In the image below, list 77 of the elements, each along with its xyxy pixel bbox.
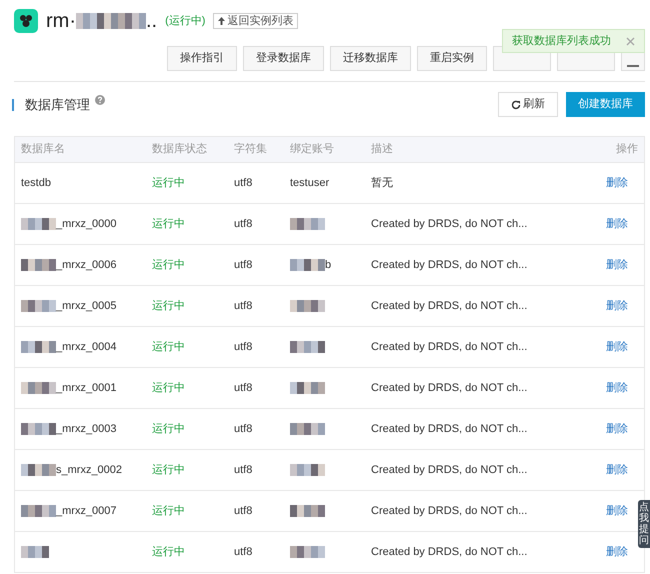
logo-icon <box>14 9 38 33</box>
column-header: 操作 <box>616 143 638 156</box>
table-cell: Created by DRDS, do NOT ch... <box>371 218 528 230</box>
table-cell: utf8 <box>234 546 252 558</box>
status-text: 运行中 <box>152 504 185 517</box>
table-cell: utf8 <box>234 504 252 517</box>
column-header: 描述 <box>371 143 393 156</box>
status-text: 运行中 <box>152 218 185 230</box>
redaction-mosaic <box>76 13 146 29</box>
status-text: 运行中 <box>152 546 185 558</box>
table-cell-text: _mrxz_0006 <box>56 258 117 273</box>
status-text: 运行中 <box>152 300 185 312</box>
refresh-icon <box>511 100 521 110</box>
table-cell: utf8 <box>234 382 252 394</box>
toolbar-button[interactable]: 重启实例 <box>417 46 487 71</box>
section-title: 数据库管理 <box>25 96 90 114</box>
instance-title: rm· <box>46 9 76 34</box>
delete-link[interactable]: 删除 <box>606 258 628 271</box>
toast-message: 获取数据库列表成功 <box>512 34 611 49</box>
delete-link[interactable]: 删除 <box>606 176 628 189</box>
column-header: 字符集 <box>234 143 267 156</box>
title-accent-bar <box>12 98 14 111</box>
table-cell: utf8 <box>234 218 252 230</box>
table-cell: utf8 <box>234 422 252 435</box>
instance-title: .. <box>146 9 158 34</box>
create-database-button[interactable]: 创建数据库 <box>566 92 645 117</box>
status-text: 运行中 <box>152 382 185 394</box>
status-text: 运行中 <box>152 176 185 189</box>
status-text: 运行中 <box>152 258 185 271</box>
table-cell: Created by DRDS, do NOT ch... <box>371 464 528 476</box>
back-button[interactable]: 返回实例列表 <box>213 13 298 29</box>
toolbar-button[interactable]: 操作指引 <box>167 46 237 71</box>
table-cell-text: _mrxz_0005 <box>56 298 117 314</box>
table-cell: Created by DRDS, do NOT ch... <box>371 504 528 517</box>
table-cell-text: _mrxz_0004 <box>56 340 117 355</box>
column-header: 绑定账号 <box>290 143 334 156</box>
table-cell-text: testdb <box>21 176 51 191</box>
delete-link[interactable]: 删除 <box>606 422 628 435</box>
table-cell: utf8 <box>234 300 252 312</box>
table-cell: Created by DRDS, do NOT ch... <box>371 422 528 435</box>
table-cell-text: _mrxz_0007 <box>56 504 117 519</box>
table-cell: 暂无 <box>371 176 393 189</box>
delete-link[interactable]: 删除 <box>606 340 628 353</box>
delete-link[interactable]: 删除 <box>606 382 628 394</box>
toolbar-button[interactable]: 迁移数据库 <box>330 46 411 71</box>
table-cell-text: b <box>325 258 332 273</box>
delete-link[interactable]: 删除 <box>606 546 628 558</box>
table-cell: Created by DRDS, do NOT ch... <box>371 340 528 353</box>
table-cell-text: testuser <box>290 176 330 191</box>
delete-link[interactable]: 删除 <box>606 300 628 312</box>
column-header: 数据库状态 <box>152 143 207 156</box>
table-cell: Created by DRDS, do NOT ch... <box>371 546 528 558</box>
status-text: 运行中 <box>152 422 185 435</box>
refresh-button[interactable]: 刷新 <box>498 92 558 117</box>
delete-link[interactable]: 删除 <box>606 218 628 230</box>
table-cell: utf8 <box>234 176 252 189</box>
feedback-side-tab[interactable]: 点我提问 <box>638 500 650 548</box>
table-cell: Created by DRDS, do NOT ch... <box>371 300 528 312</box>
table-cell-text: _mrxz_0003 <box>56 422 117 437</box>
table-cell-text: s_mrxz_0002 <box>56 462 122 478</box>
close-icon[interactable] <box>626 36 635 46</box>
upload-arrow-icon <box>218 17 226 25</box>
table-cell: Created by DRDS, do NOT ch... <box>371 382 528 394</box>
table-cell: Created by DRDS, do NOT ch... <box>371 258 528 271</box>
table-cell: utf8 <box>234 340 252 353</box>
delete-link[interactable]: 删除 <box>606 504 628 517</box>
delete-link[interactable]: 删除 <box>606 464 628 476</box>
table-cell-text: _mrxz_0001 <box>56 380 117 396</box>
table-cell-text: _mrxz_0000 <box>56 216 117 232</box>
help-icon[interactable] <box>95 94 105 105</box>
status-text: 运行中 <box>152 464 185 476</box>
toolbar-button[interactable]: 登录数据库 <box>243 46 324 71</box>
table-cell: utf8 <box>234 464 252 476</box>
table-cell: utf8 <box>234 258 252 271</box>
status-text: 运行中 <box>152 340 185 353</box>
status-text: (运行中) <box>165 14 206 29</box>
column-header: 数据库名 <box>21 143 65 156</box>
